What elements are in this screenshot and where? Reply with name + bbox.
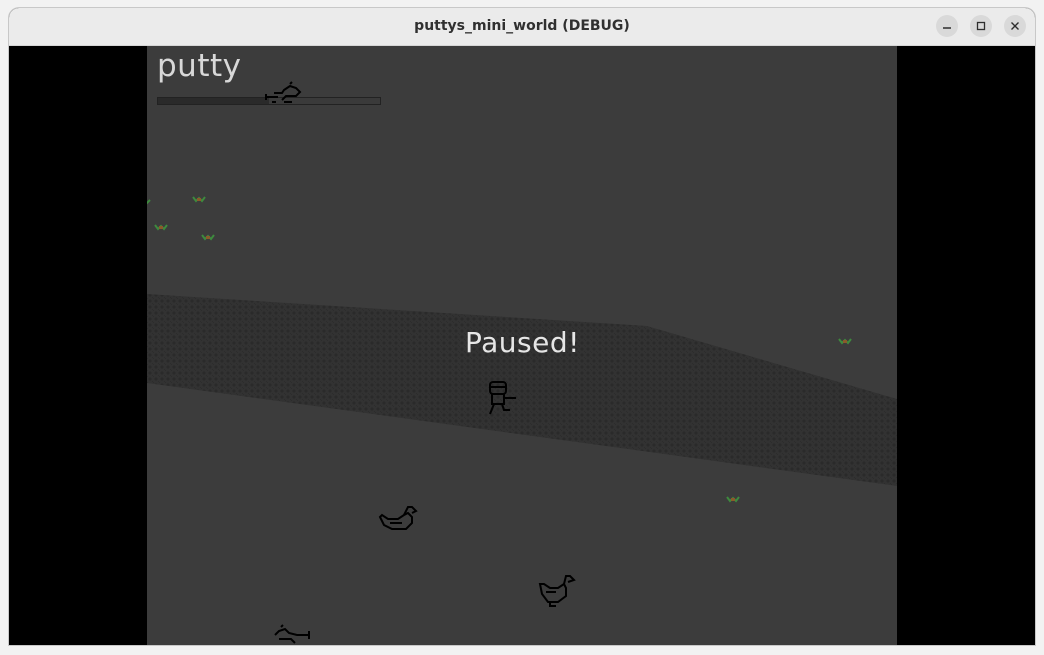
duck-sprite: [538, 575, 576, 607]
plant-sprite: [726, 496, 740, 503]
app-window: puttys_mini_world (DEBUG) putty Paused!: [9, 8, 1035, 645]
maximize-button[interactable]: [970, 15, 992, 37]
maximize-icon: [976, 21, 986, 31]
game-viewport[interactable]: putty Paused!: [9, 46, 1035, 645]
minimize-button[interactable]: [936, 15, 958, 37]
duck-sprite: [378, 506, 418, 530]
lizard-sprite: [274, 624, 310, 644]
minimize-icon: [943, 27, 951, 29]
plant-sprite: [838, 338, 852, 345]
plant-sprite: [201, 234, 215, 241]
player-character-sprite[interactable]: [486, 380, 520, 416]
road: [147, 294, 897, 486]
close-icon: [1011, 22, 1019, 30]
lizard-sprite: [265, 81, 302, 103]
close-button[interactable]: [1004, 15, 1026, 37]
title-bar[interactable]: puttys_mini_world (DEBUG): [9, 8, 1035, 46]
player-name-label: putty: [157, 48, 242, 84]
paused-message: Paused!: [465, 326, 580, 359]
plant-sprite: [147, 199, 151, 205]
plant-sprite: [192, 196, 206, 203]
window-title: puttys_mini_world (DEBUG): [414, 18, 630, 34]
health-bar-fill: [158, 98, 269, 104]
plant-sprite: [154, 224, 168, 231]
game-canvas[interactable]: putty Paused!: [147, 46, 897, 645]
